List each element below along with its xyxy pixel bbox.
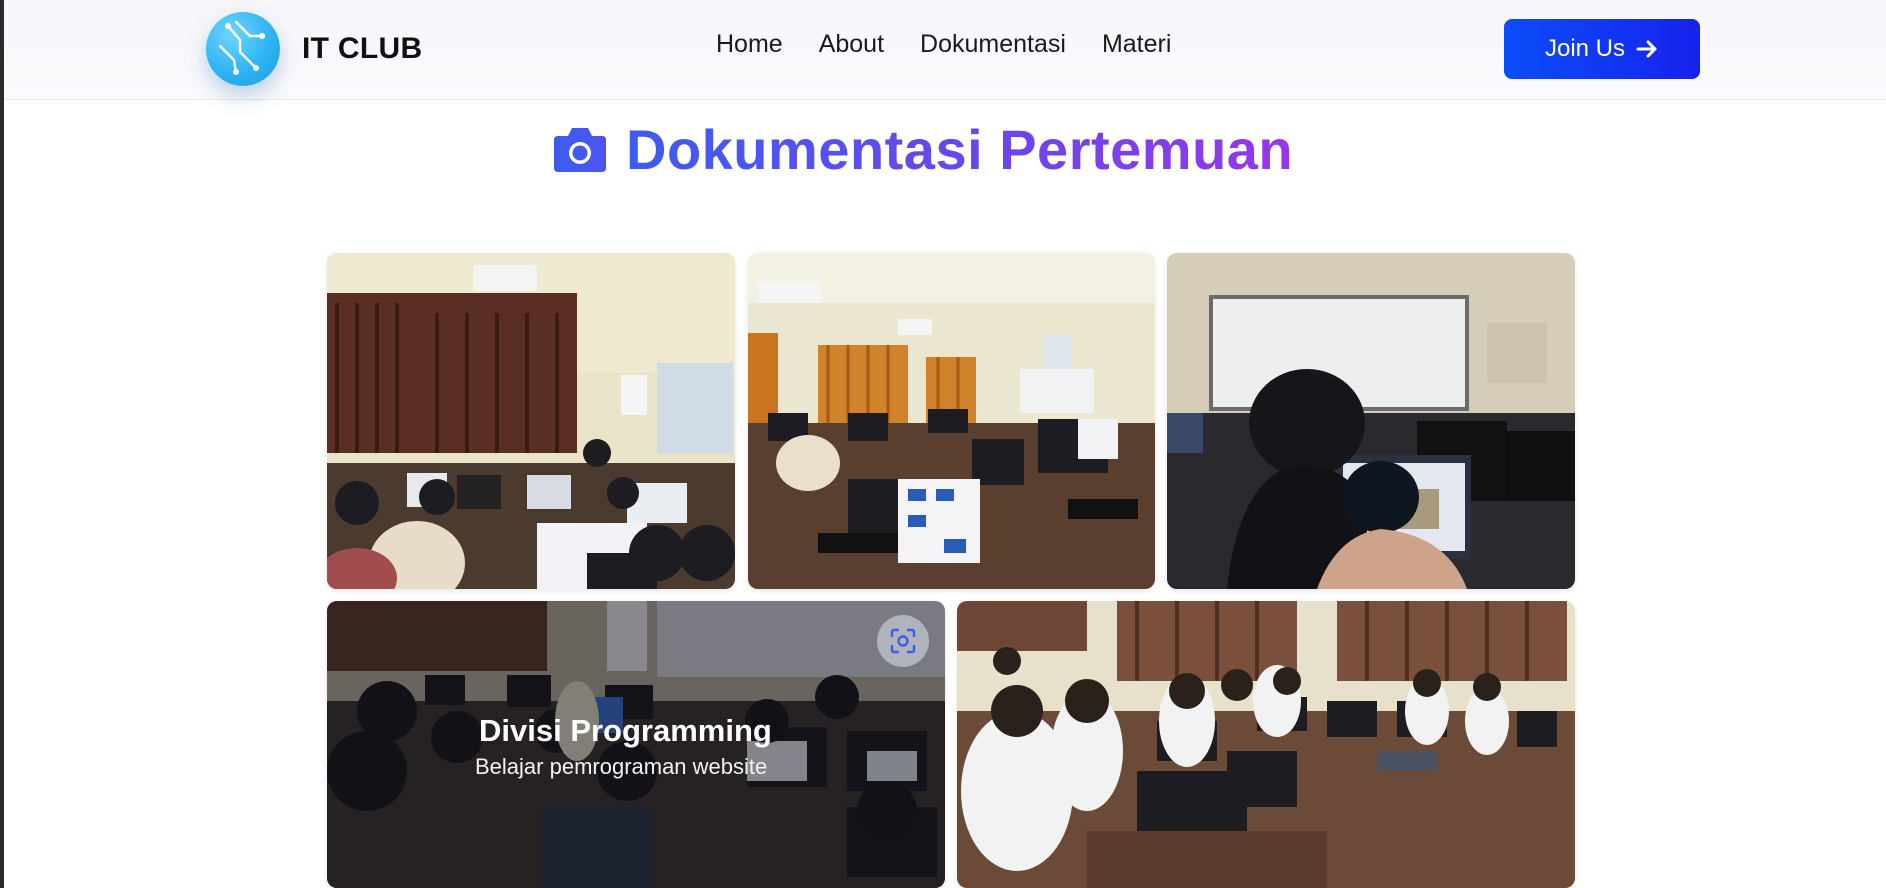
nav-link-dokumentasi[interactable]: Dokumentasi [920,30,1066,59]
nav-link-materi[interactable]: Materi [1102,30,1171,59]
section-title: Dokumentasi Pertemuan [552,116,1293,182]
join-us-label: Join Us [1544,35,1626,62]
arrow-right-icon [1636,40,1657,58]
brand-name: IT CLUB [302,32,423,65]
nav-link-home[interactable]: Home [716,30,783,59]
focus-icon [890,628,916,654]
nav-links: Home About Dokumentasi Materi [716,30,1171,59]
logo-icon [206,12,280,86]
gallery-photo-2[interactable] [748,253,1155,589]
nav-link-about[interactable]: About [819,30,884,59]
join-us-button[interactable]: Join Us [1504,19,1700,79]
brand[interactable]: IT CLUB [206,12,422,86]
page: IT CLUB Home About Dokumentasi Materi Jo… [0,0,1886,888]
photo-caption-title: Divisi Programming [479,713,772,748]
gallery-photo-4[interactable]: Divisi Programming Belajar pemrograman w… [327,601,945,888]
page-title: Dokumentasi Pertemuan [626,117,1294,181]
gallery-photo-1[interactable] [327,253,735,589]
gallery-photo-5[interactable] [957,601,1575,888]
zoom-button[interactable] [877,615,929,667]
navbar: IT CLUB Home About Dokumentasi Materi Jo… [4,0,1886,100]
photo-caption-subtitle: Belajar pemrograman website [475,754,768,779]
camera-icon [554,128,606,172]
gallery-photo-3[interactable] [1167,253,1575,589]
